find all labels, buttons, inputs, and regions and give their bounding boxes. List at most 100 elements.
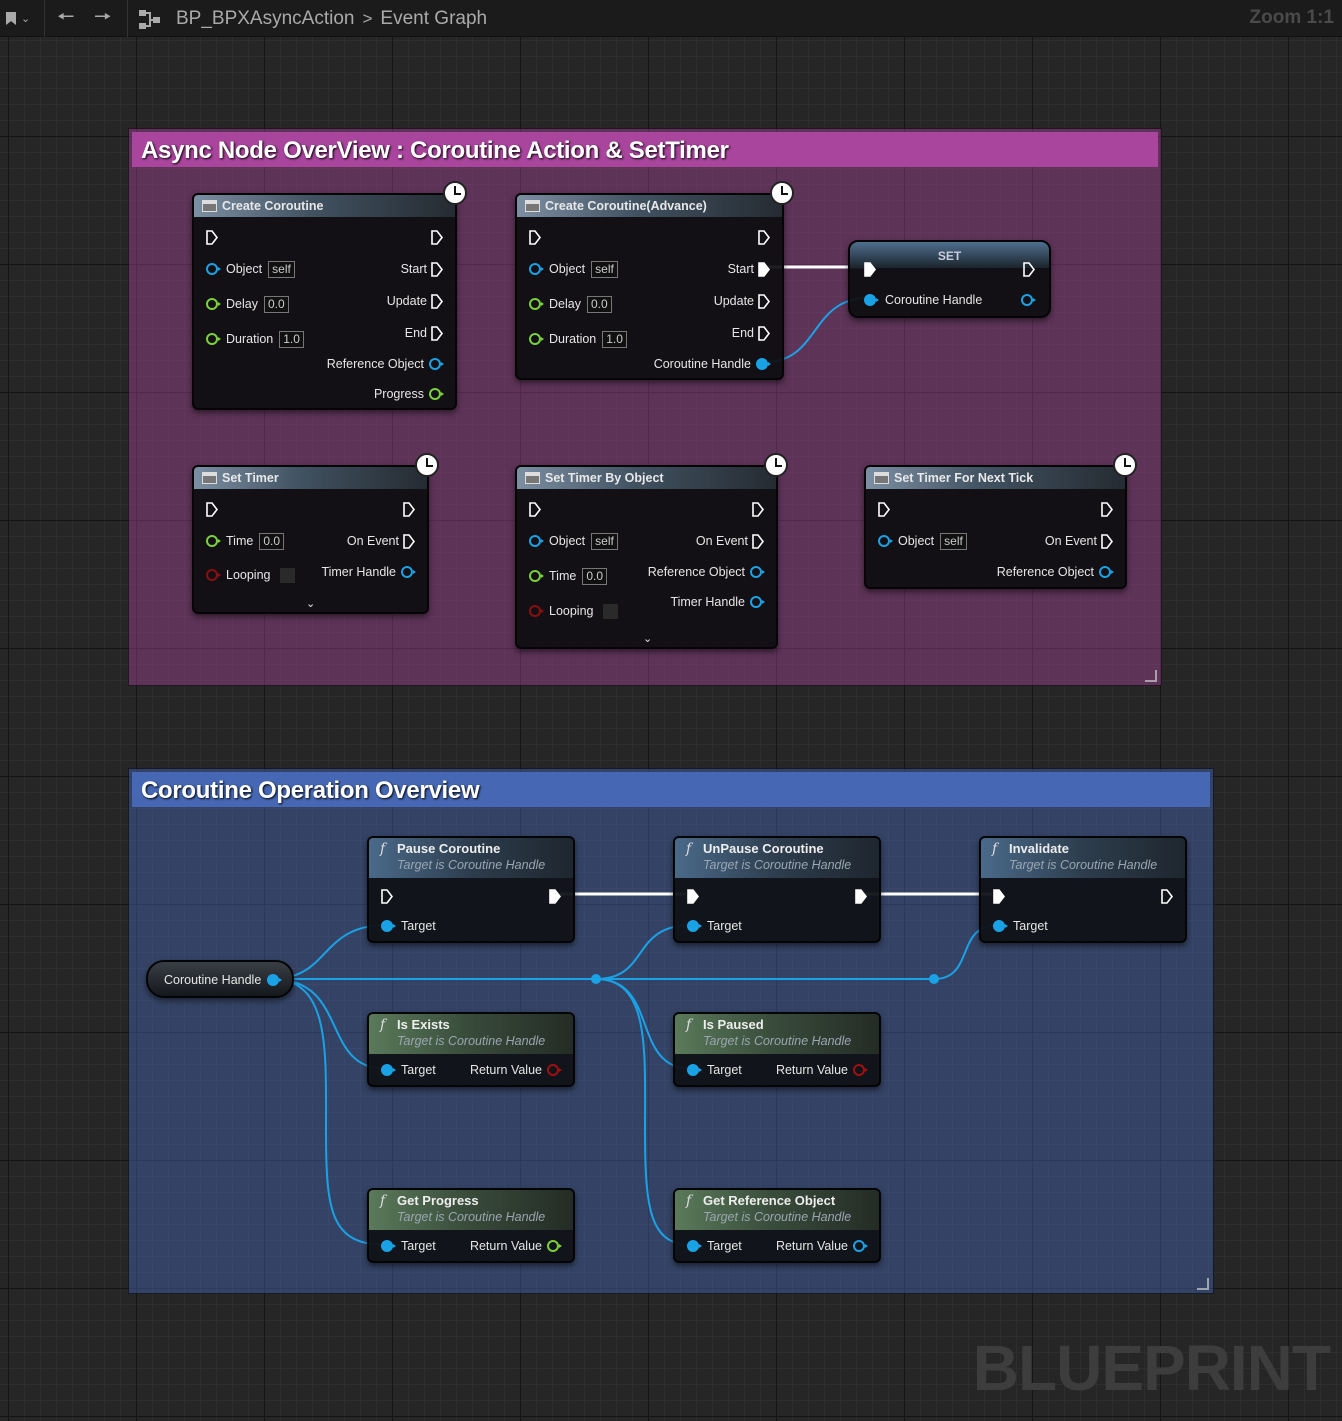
float-pin[interactable] — [206, 535, 221, 547]
node-pause-coroutine[interactable]: f Pause Coroutine Target is Coroutine Hand… — [367, 836, 575, 943]
exec-pin-icon[interactable] — [529, 229, 541, 245]
exec-pin-icon[interactable] — [758, 293, 770, 309]
node-create-coroutine[interactable]: Create Coroutine Object self Delay 0.0 Dur… — [192, 181, 467, 410]
struct-pin[interactable] — [864, 294, 879, 306]
pin-label: Timer Handle — [321, 565, 396, 579]
float-pin[interactable] — [429, 388, 444, 400]
exec-pin-icon[interactable] — [549, 888, 561, 904]
struct-pin[interactable] — [401, 566, 416, 578]
struct-pin[interactable] — [687, 920, 702, 932]
struct-pin[interactable] — [381, 920, 396, 932]
exec-pin-icon[interactable] — [1101, 533, 1113, 549]
breadcrumb-graph: Event Graph — [380, 7, 488, 29]
node-set-timer-by-object[interactable]: Set Timer By Object Object self Time 0.0 L… — [515, 453, 788, 649]
exec-pin-icon[interactable] — [1161, 888, 1173, 904]
exec-pin-icon[interactable] — [758, 229, 770, 245]
bool-pin[interactable] — [206, 569, 221, 581]
struct-pin[interactable] — [756, 358, 771, 370]
float-pin[interactable] — [529, 298, 544, 310]
object-pin[interactable] — [529, 535, 544, 547]
exec-pin-icon[interactable] — [206, 501, 218, 517]
resize-handle[interactable] — [1197, 1278, 1209, 1290]
exec-pin-icon[interactable] — [431, 261, 443, 277]
exec-pin-icon[interactable] — [206, 229, 218, 245]
comment-title[interactable]: Coroutine Operation Overview — [132, 772, 1210, 807]
comment-title[interactable]: Async Node OverView : Coroutine Action &… — [132, 132, 1158, 167]
resize-handle[interactable] — [1145, 670, 1157, 682]
node-unpause-coroutine[interactable]: f UnPause Coroutine Target is Coroutine Ha… — [673, 836, 881, 943]
object-pin[interactable] — [529, 263, 544, 275]
float-pin[interactable] — [529, 570, 544, 582]
object-pin[interactable] — [1099, 566, 1114, 578]
object-input[interactable]: self — [268, 260, 295, 278]
struct-pin[interactable] — [750, 596, 765, 608]
bool-pin[interactable] — [853, 1064, 868, 1076]
bookmark-button[interactable]: ⌄ — [6, 0, 30, 37]
float-pin[interactable] — [529, 333, 544, 345]
node-title: UnPause Coroutine — [703, 841, 824, 856]
exec-pin-icon[interactable] — [403, 501, 415, 517]
node-get-progress[interactable]: f Get Progress Target is Coroutine Handle … — [367, 1188, 575, 1263]
bookmark-icon — [6, 12, 16, 25]
object-pin[interactable] — [853, 1240, 868, 1252]
exec-pin-icon[interactable] — [431, 229, 443, 245]
exec-pin-icon[interactable] — [855, 888, 867, 904]
duration-input[interactable]: 1.0 — [279, 330, 304, 348]
time-input[interactable]: 0.0 — [582, 567, 608, 585]
looping-checkbox[interactable] — [601, 602, 619, 620]
exec-pin-icon[interactable] — [1023, 261, 1035, 277]
breadcrumb-asset[interactable]: BP_BPXAsyncAction — [176, 8, 354, 30]
exec-pin-icon[interactable] — [758, 261, 770, 277]
object-pin[interactable] — [206, 263, 221, 275]
exec-pin-icon[interactable] — [431, 293, 443, 309]
time-input[interactable]: 0.0 — [259, 532, 285, 550]
struct-pin[interactable] — [687, 1064, 702, 1076]
exec-pin-icon[interactable] — [403, 533, 415, 549]
exec-pin-icon[interactable] — [431, 325, 443, 341]
struct-pin[interactable] — [687, 1240, 702, 1252]
exec-pin-icon[interactable] — [864, 261, 876, 277]
duration-input[interactable]: 1.0 — [602, 330, 627, 348]
float-pin[interactable] — [206, 298, 221, 310]
exec-pin-icon[interactable] — [1101, 501, 1113, 517]
node-get-reference-object[interactable]: f Get Reference Object Target is Coroutine… — [673, 1188, 881, 1263]
object-pin[interactable] — [750, 566, 765, 578]
delay-input[interactable]: 0.0 — [263, 295, 289, 313]
node-create-coroutine-advance[interactable]: Create Coroutine(Advance) Object self Del… — [515, 181, 794, 380]
node-invalidate[interactable]: f Invalidate Target is Coroutine Handle Ta… — [979, 836, 1187, 943]
node-is-exists[interactable]: f Is Exists Target is Coroutine Handle Tar… — [367, 1012, 575, 1087]
node-set-variable[interactable]: SET Coroutine Handle — [848, 240, 1051, 318]
object-pin[interactable] — [878, 535, 893, 547]
object-pin[interactable] — [429, 358, 444, 370]
expand-chevron-icon[interactable]: ⌄ — [306, 594, 315, 612]
exec-pin-icon[interactable] — [529, 501, 541, 517]
object-input[interactable]: self — [940, 532, 967, 550]
float-pin[interactable] — [547, 1240, 562, 1252]
delay-input[interactable]: 0.0 — [586, 295, 612, 313]
node-coroutine-handle-variable[interactable]: Coroutine Handle — [146, 960, 294, 998]
node-set-timer[interactable]: Set Timer Time 0.0 Looping On Event Timer… — [192, 453, 439, 614]
back-button[interactable]: 🠔 — [57, 0, 75, 37]
struct-pin[interactable] — [267, 974, 283, 986]
forward-button[interactable]: 🠖 — [94, 0, 112, 37]
struct-pin[interactable] — [381, 1064, 396, 1076]
exec-pin-icon[interactable] — [752, 501, 764, 517]
exec-pin-icon[interactable] — [381, 888, 393, 904]
struct-pin[interactable] — [1021, 294, 1036, 306]
float-pin[interactable] — [206, 333, 221, 345]
bool-pin[interactable] — [547, 1064, 562, 1076]
exec-pin-icon[interactable] — [758, 325, 770, 341]
struct-pin[interactable] — [381, 1240, 396, 1252]
bool-pin[interactable] — [529, 605, 544, 617]
node-is-paused[interactable]: f Is Paused Target is Coroutine Handle Tar… — [673, 1012, 881, 1087]
exec-pin-icon[interactable] — [687, 888, 699, 904]
exec-pin-icon[interactable] — [878, 501, 890, 517]
node-set-timer-next-tick[interactable]: Set Timer For Next Tick Object self On Ev… — [864, 453, 1137, 589]
struct-pin[interactable] — [993, 920, 1008, 932]
object-input[interactable]: self — [591, 532, 618, 550]
object-input[interactable]: self — [591, 260, 618, 278]
exec-pin-icon[interactable] — [993, 888, 1005, 904]
looping-checkbox[interactable] — [278, 566, 296, 584]
expand-chevron-icon[interactable]: ⌄ — [643, 629, 652, 647]
exec-pin-icon[interactable] — [752, 533, 764, 549]
